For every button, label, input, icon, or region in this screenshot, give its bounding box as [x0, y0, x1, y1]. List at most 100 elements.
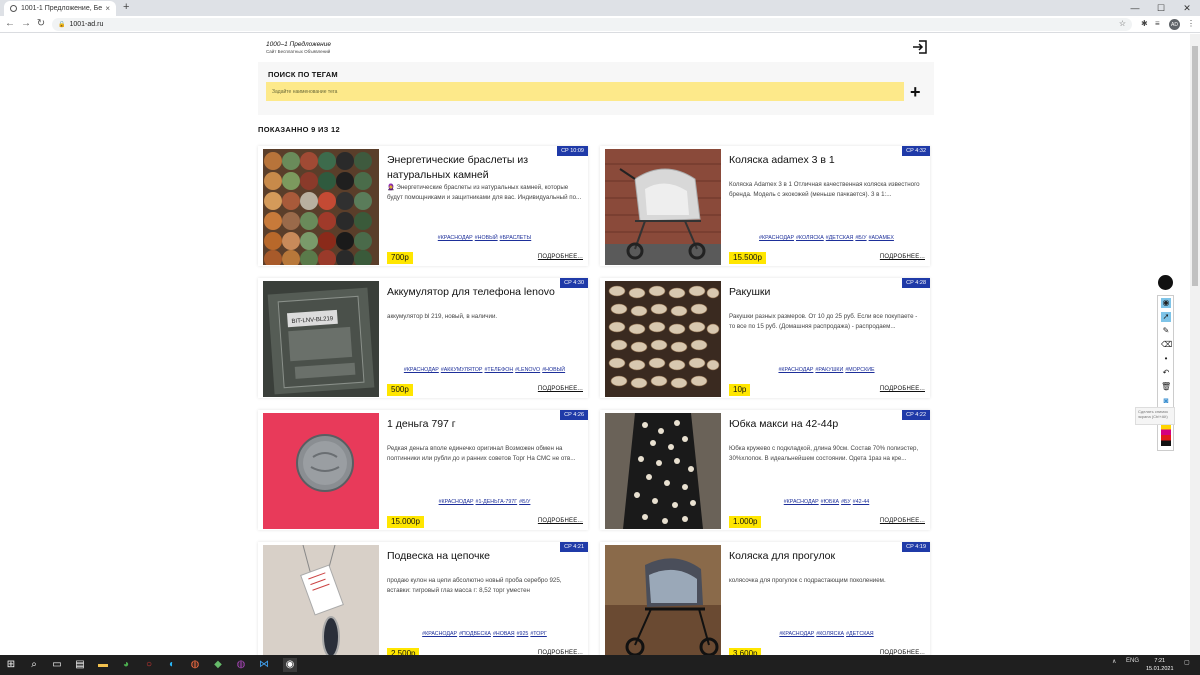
- language-indicator[interactable]: ENG: [1126, 658, 1139, 664]
- tag-search-input[interactable]: [266, 82, 904, 101]
- ad-image[interactable]: [263, 413, 379, 529]
- dot-icon[interactable]: •: [1161, 354, 1171, 364]
- task-view-icon[interactable]: ▭: [50, 658, 64, 672]
- add-tag-button[interactable]: +: [910, 83, 921, 101]
- maximize-button[interactable]: ☐: [1148, 0, 1174, 16]
- ad-title[interactable]: Аккумулятор для телефона lenovo: [387, 285, 582, 300]
- vscode-icon[interactable]: ⋈: [257, 658, 271, 672]
- tag-link[interactable]: #Б/У: [519, 499, 530, 505]
- ad-image[interactable]: BIT-LNV-BL219: [263, 281, 379, 397]
- marker-icon[interactable]: ✎: [1161, 326, 1171, 336]
- undo-icon[interactable]: ↶: [1161, 368, 1171, 378]
- ad-title[interactable]: Коляска adamex 3 в 1: [729, 153, 924, 168]
- more-link[interactable]: ПОДРОБНЕЕ...: [880, 254, 925, 260]
- search-icon[interactable]: ⌕: [27, 658, 41, 672]
- tag-link[interactable]: #КРАСНОДАР: [779, 631, 814, 637]
- camera-icon[interactable]: ◙: [1161, 396, 1171, 406]
- scrollbar-thumb[interactable]: [1192, 46, 1198, 286]
- bookmark-star-icon[interactable]: ☆: [1119, 19, 1126, 28]
- tag-link[interactable]: #ДЕТСКАЯ: [846, 631, 874, 637]
- login-icon[interactable]: [912, 39, 928, 55]
- more-link[interactable]: ПОДРОБНЕЕ...: [538, 254, 583, 260]
- color-palette[interactable]: [1161, 424, 1171, 446]
- profile-avatar[interactable]: AD: [1169, 19, 1180, 30]
- ad-title[interactable]: Коляска для прогулок: [729, 549, 924, 564]
- browser-menu-icon[interactable]: ⋮: [1187, 19, 1195, 28]
- ad-card[interactable]: СР 10:09 Энергетические браслеты из нату…: [258, 146, 588, 266]
- tag-link[interactable]: #БУ: [841, 499, 851, 505]
- ad-image[interactable]: [605, 545, 721, 661]
- taskbar-clock[interactable]: 7:21 15.01.2021: [1146, 657, 1174, 673]
- tag-link[interactable]: #42-44: [853, 499, 870, 505]
- ad-card[interactable]: СР 4:26 1 деньга 797 г Редкая деньга впо…: [258, 410, 588, 530]
- cursor-icon[interactable]: ➚: [1161, 312, 1171, 322]
- new-tab-button[interactable]: +: [123, 1, 129, 13]
- site-logo[interactable]: 1000–1 Предложение Сайт Бесплатных Объяв…: [266, 41, 331, 54]
- file-explorer-icon[interactable]: ▬: [96, 658, 110, 672]
- tool-logo-icon[interactable]: [1158, 275, 1173, 290]
- tag-link[interactable]: #РАКУШКИ: [815, 367, 843, 373]
- browser-tab[interactable]: 1001-1 Предложение, Бесплат... ×: [4, 1, 116, 16]
- ad-title[interactable]: Подвеска на цепочке: [387, 549, 582, 564]
- tag-link[interactable]: #Б/У: [855, 235, 866, 241]
- forward-arrow-icon[interactable]: →: [20, 18, 32, 29]
- eye-icon[interactable]: ◉: [1161, 298, 1171, 308]
- tag-link[interactable]: #КРАСНОДАР: [422, 631, 457, 637]
- ad-title[interactable]: 1 деньга 797 г: [387, 417, 582, 432]
- ad-image[interactable]: [263, 149, 379, 265]
- firefox-dev-icon[interactable]: ◍: [234, 658, 248, 672]
- eraser-icon[interactable]: ⌫: [1161, 340, 1172, 350]
- tag-link[interactable]: #КРАСНОДАР: [439, 499, 474, 505]
- tag-link[interactable]: #ДЕТСКАЯ: [826, 235, 854, 241]
- firefox-icon[interactable]: ◍: [188, 658, 202, 672]
- close-window-button[interactable]: ✕: [1174, 0, 1200, 16]
- ad-title[interactable]: Юбка макси на 42-44р: [729, 417, 924, 432]
- tag-link[interactable]: #КРАСНОДАР: [759, 235, 794, 241]
- trash-icon[interactable]: 🗑: [1161, 382, 1171, 392]
- tag-link[interactable]: #КРАСНОДАР: [438, 235, 473, 241]
- ad-card[interactable]: СР 4:21 Подвеска на цепочке продаю кулон…: [258, 542, 588, 662]
- app-icon[interactable]: ◆: [211, 658, 225, 672]
- ad-image[interactable]: [605, 413, 721, 529]
- ad-title[interactable]: Энергетические браслеты из натуральных к…: [387, 153, 582, 183]
- tag-link[interactable]: #КРАСНОДАР: [404, 367, 439, 373]
- store-icon[interactable]: ▤: [73, 658, 87, 672]
- more-link[interactable]: ПОДРОБНЕЕ...: [880, 386, 925, 392]
- ad-card[interactable]: BIT-LNV-BL219 СР 4:30 Аккумулятор для те…: [258, 278, 588, 398]
- tag-link[interactable]: #1-ДЕНЬГА-797Г: [476, 499, 518, 505]
- tag-link[interactable]: #ТОРГ: [530, 631, 546, 637]
- screenshot-tool-taskbar-icon[interactable]: ◉: [283, 658, 297, 672]
- reload-icon[interactable]: ↻: [35, 18, 47, 29]
- ad-title[interactable]: Ракушки: [729, 285, 924, 300]
- ad-card[interactable]: СР 4:32 Коляска adamex 3 в 1 Коляска Ada…: [600, 146, 930, 266]
- chrome-icon[interactable]: ◕: [119, 658, 133, 672]
- tray-arrow-icon[interactable]: ∧: [1112, 658, 1116, 665]
- windows-start-icon[interactable]: ⊞: [4, 658, 18, 672]
- tag-link[interactable]: #925: [517, 631, 529, 637]
- back-arrow-icon[interactable]: ←: [4, 18, 16, 29]
- page-scrollbar[interactable]: [1190, 34, 1200, 655]
- tag-link[interactable]: #НОВАЯ: [493, 631, 515, 637]
- tab-close-icon[interactable]: ×: [105, 4, 110, 13]
- tag-link[interactable]: #НОВЫЙ: [475, 235, 498, 241]
- ad-image[interactable]: [605, 149, 721, 265]
- more-link[interactable]: ПОДРОБНЕЕ...: [880, 518, 925, 524]
- tag-link[interactable]: #КРАСНОДАР: [784, 499, 819, 505]
- opera-icon[interactable]: ○: [142, 658, 156, 672]
- tag-link[interactable]: #ПОДВЕСКА: [459, 631, 491, 637]
- more-link[interactable]: ПОДРОБНЕЕ...: [538, 386, 583, 392]
- ad-card[interactable]: СР 4:19 Коляска для прогулок колясочка д…: [600, 542, 930, 662]
- more-link[interactable]: ПОДРОБНЕЕ...: [538, 518, 583, 524]
- tag-link[interactable]: #ЮБКА: [821, 499, 839, 505]
- ad-card[interactable]: СР 4:22 Юбка макси на 42-44р Юбка кружев…: [600, 410, 930, 530]
- tag-link[interactable]: #КРАСНОДАР: [778, 367, 813, 373]
- extension-pin-icon[interactable]: ≡: [1155, 19, 1160, 28]
- notifications-icon[interactable]: ▢: [1184, 659, 1190, 666]
- ad-image[interactable]: [605, 281, 721, 397]
- tag-link[interactable]: #БРАСЛЕТЫ: [500, 235, 532, 241]
- tag-link[interactable]: #АККУМУЛЯТОР: [441, 367, 483, 373]
- tag-link[interactable]: #КОЛЯСКА: [816, 631, 844, 637]
- edge-icon[interactable]: ◐: [165, 658, 179, 672]
- tag-link[interactable]: #НОВЫЙ: [542, 367, 565, 373]
- tag-link[interactable]: #LENOVO: [515, 367, 540, 373]
